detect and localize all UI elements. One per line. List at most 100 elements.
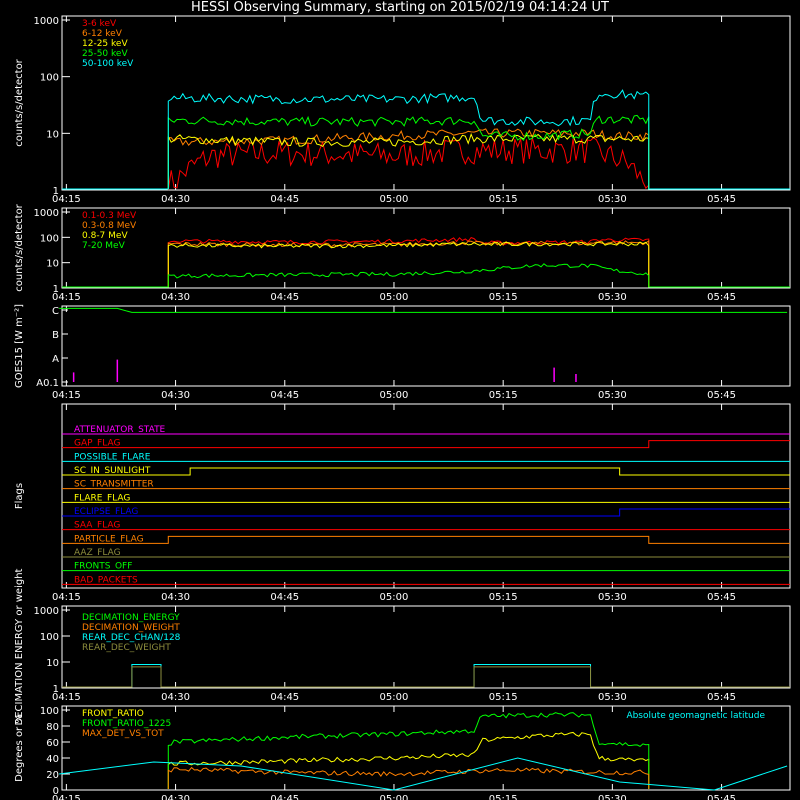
legend-entry: 12-25 keV xyxy=(82,39,128,49)
legend-entry: 6-12 keV xyxy=(82,29,123,39)
panel-ratios: 04:15 04:30 04:45 05:00 05:15 05:30 05:45Degre… xyxy=(14,705,791,800)
legend-entry: 0.3-0.8 MeV xyxy=(82,221,137,231)
x-tick-label: 05:00 xyxy=(380,592,409,603)
panel-goes: 04:15 04:30 04:45 05:00 05:15 05:30 05:45 GOES1… xyxy=(14,304,791,401)
x-tick-label: 05:45 xyxy=(707,592,736,603)
series-line xyxy=(62,263,790,288)
series-line xyxy=(62,240,790,288)
x-tick-label: 05:15 xyxy=(489,292,518,303)
flag-label: SAA_FLAG xyxy=(74,521,120,531)
y-axis-label: DECIMATION ENERGY or weight xyxy=(14,568,25,725)
x-tick-label: 04:45 xyxy=(270,794,299,800)
x-tick-label: 05:00 xyxy=(380,194,409,205)
y-tick-label: 100 xyxy=(40,632,59,643)
y-tick-label: 100 xyxy=(40,706,59,717)
y-axis-label: counts/s/detector xyxy=(14,58,25,146)
y-tick-label: 20 xyxy=(46,770,59,781)
y-tick-label: 0 xyxy=(53,786,59,797)
flag-label: FRONTS_OFF xyxy=(74,562,132,572)
legend-entry: 3-6 keV xyxy=(82,19,117,29)
y-tick-label: C xyxy=(52,306,59,317)
y-tick-label: 1000 xyxy=(34,16,59,27)
legend-entry: DECIMATION_WEIGHT xyxy=(82,623,180,633)
x-tick-label: 05:15 xyxy=(489,592,518,603)
series-line xyxy=(62,241,790,288)
y-tick-label: 1000 xyxy=(34,606,59,617)
y-tick-label: 1 xyxy=(53,684,59,695)
legend-entry: REAR_DEC_CHAN/128 xyxy=(82,633,181,643)
legend-entry: FRONT_RATIO xyxy=(82,709,144,719)
panel-frame xyxy=(61,207,791,289)
y-tick-label: B xyxy=(52,330,59,341)
legend-entry: 0.1-0.3 MeV xyxy=(82,211,137,221)
x-tick-label: 05:00 xyxy=(380,692,409,703)
x-tick-label: 04:45 xyxy=(270,592,299,603)
x-tick-label: 05:30 xyxy=(598,292,627,303)
x-tick-label: 04:15 xyxy=(52,390,81,401)
legend-entry: 0.8-7 MeV xyxy=(82,231,128,241)
flag-line xyxy=(62,467,790,476)
series-line xyxy=(62,89,790,190)
y-axis-label: counts/s/detector xyxy=(14,203,25,291)
x-tick-label: 04:30 xyxy=(161,692,190,703)
y-tick-label: 40 xyxy=(46,754,59,765)
x-tick-label: 05:15 xyxy=(489,692,518,703)
x-tick-label: 04:30 xyxy=(161,292,190,303)
x-tick-label: 04:30 xyxy=(161,390,190,401)
x-tick-label: 05:45 xyxy=(707,390,736,401)
flag-label: FLARE_FLAG xyxy=(74,493,130,503)
flag-line xyxy=(62,535,790,544)
flag-line xyxy=(62,508,790,517)
series-line xyxy=(167,731,650,789)
legend-entry: 25-50 keV xyxy=(82,49,128,59)
y-tick-label: 1000 xyxy=(34,208,59,219)
x-tick-label: 04:30 xyxy=(161,194,190,205)
y-tick-label: 1 xyxy=(53,284,59,295)
series-line xyxy=(62,128,790,190)
flag-label: POSSIBLE_FLARE xyxy=(74,452,151,462)
x-tick-label: 05:30 xyxy=(598,794,627,800)
flag-label: BAD_PACKETS xyxy=(74,575,138,585)
series-line xyxy=(62,132,790,190)
legend-entry: 50-100 keV xyxy=(82,59,134,69)
y-tick-label: 10 xyxy=(46,658,59,669)
y-tick-label: A0.1 xyxy=(36,378,59,389)
panel-lightcurve-low: 04:15 04:30 04:45 05:00 05:15 05:30 05:45count… xyxy=(14,15,791,205)
flag-label: SC_IN_SUNLIGHT xyxy=(74,466,151,476)
annotation: Absolute geomagnetic latitude xyxy=(626,711,765,721)
series-line xyxy=(167,712,650,789)
legend-entry: DECIMATION_ENERGY xyxy=(82,613,180,623)
series-line xyxy=(62,666,790,688)
x-tick-label: 05:15 xyxy=(489,390,518,401)
x-tick-label: 05:30 xyxy=(598,592,627,603)
flag-label: SC_TRANSMITTER xyxy=(74,480,154,490)
x-tick-label: 05:15 xyxy=(489,794,518,800)
legend-entry: 7-20 MeV xyxy=(82,241,126,251)
flag-label: GAP_FLAG xyxy=(74,439,120,449)
panel-flags: 04:15 04:30 04:45 05:00 05:15 05:30 05:45 Flags… xyxy=(14,403,791,603)
y-axis-label: Flags xyxy=(14,483,25,509)
legend-entry: MAX_DET_VS_TOT xyxy=(82,729,164,739)
y-tick-label: 100 xyxy=(40,233,59,244)
x-tick-label: 04:45 xyxy=(270,292,299,303)
x-tick-label: 04:30 xyxy=(161,592,190,603)
x-tick-label: 05:45 xyxy=(707,194,736,205)
y-tick-label: 1 xyxy=(53,186,59,197)
x-tick-label: 05:15 xyxy=(489,194,518,205)
panel-frame xyxy=(61,15,791,191)
panel-frame xyxy=(61,305,791,387)
y-axis-label: Degrees or % xyxy=(14,714,25,782)
x-tick-label: 05:45 xyxy=(707,292,736,303)
x-tick-label: 05:00 xyxy=(380,390,409,401)
y-tick-label: 80 xyxy=(46,722,59,733)
y-tick-label: 10 xyxy=(46,129,59,140)
series-line xyxy=(62,137,790,191)
flag-line xyxy=(62,440,790,449)
flag-label: ATTENUATOR_STATE xyxy=(74,425,166,435)
y-axis-label: GOES15 [W m⁻²] xyxy=(14,304,25,388)
series-line xyxy=(62,664,790,688)
legend-entry: REAR_DEC_WEIGHT xyxy=(82,643,171,653)
legend-entry: FRONT_RATIO_1225 xyxy=(82,719,171,729)
x-tick-label: 05:30 xyxy=(598,692,627,703)
y-tick-label: 100 xyxy=(40,73,59,84)
